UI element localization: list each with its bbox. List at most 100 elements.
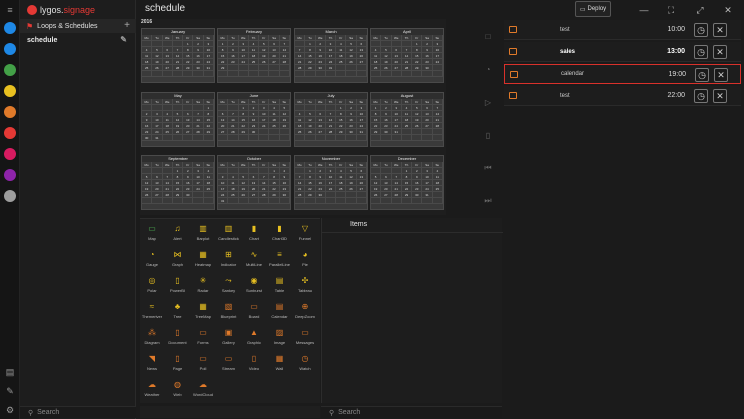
day-cell[interactable] xyxy=(391,135,402,141)
palette-tool-diagram[interactable]: ⁂ Diagram xyxy=(141,327,163,349)
day-cell[interactable] xyxy=(401,198,413,204)
day-cell[interactable] xyxy=(238,135,249,141)
day-cell[interactable] xyxy=(305,198,316,204)
day-cell[interactable] xyxy=(356,198,367,204)
day-cell[interactable] xyxy=(218,71,229,77)
day-cell[interactable] xyxy=(248,71,260,77)
day-cell[interactable]: 31 xyxy=(152,135,163,141)
rail-app-2-icon[interactable] xyxy=(4,43,16,55)
schedule-row[interactable]: sales 13:00 ◷ ✕ xyxy=(504,42,741,62)
day-cell[interactable] xyxy=(371,71,382,77)
day-cell[interactable] xyxy=(346,198,357,204)
day-cell[interactable] xyxy=(152,71,163,77)
day-cell[interactable] xyxy=(295,198,306,204)
palette-tool-graph[interactable]: ⋈ Graph xyxy=(167,249,189,271)
remove-icon[interactable]: ✕ xyxy=(713,89,727,103)
day-cell[interactable] xyxy=(412,71,423,77)
day-cell[interactable] xyxy=(183,198,194,204)
skip-forward-icon[interactable]: ⏭ xyxy=(483,196,493,206)
day-cell[interactable] xyxy=(259,71,270,77)
palette-tool-polar[interactable]: ◎ Polar xyxy=(141,275,163,297)
palette-tool-radar[interactable]: ✳ Radar xyxy=(192,275,214,297)
day-cell[interactable]: 31 xyxy=(218,198,229,204)
palette-tool-tableau[interactable]: ✣ Tableau xyxy=(294,275,316,297)
palette-tool-image[interactable]: ▨ Image xyxy=(269,327,291,349)
palette-tool-messages[interactable]: ▭ Messages xyxy=(294,327,316,349)
palette-tool-barplot[interactable]: ▥ Barplot xyxy=(192,223,214,245)
palette-tool-wordcloud[interactable]: ☁ WordCloud xyxy=(192,379,214,401)
palette-tool-funnel[interactable]: ▽ Funnel xyxy=(294,223,316,245)
day-cell[interactable] xyxy=(432,135,443,141)
day-cell[interactable] xyxy=(325,71,337,77)
palette-tool-indicator[interactable]: ⊞ Indicator xyxy=(218,249,240,271)
day-cell[interactable] xyxy=(295,135,306,141)
day-cell[interactable] xyxy=(422,198,433,204)
day-cell[interactable] xyxy=(279,198,290,204)
day-cell[interactable] xyxy=(401,135,413,141)
palette-tool-gallery[interactable]: ▣ Gallery xyxy=(218,327,240,349)
palette-tool-candlestick[interactable]: ▥ Candlestick xyxy=(218,223,240,245)
day-cell[interactable] xyxy=(162,198,173,204)
palette-tool-pie[interactable]: ◕ Pie xyxy=(294,249,316,271)
day-cell[interactable] xyxy=(356,135,367,141)
palette-tool-sunburst[interactable]: ◉ Sunburst xyxy=(243,275,265,297)
sidebar-search[interactable]: ⚲ Search xyxy=(20,406,136,418)
rail-app-4-icon[interactable] xyxy=(4,85,16,97)
day-cell[interactable] xyxy=(269,198,280,204)
day-cell[interactable] xyxy=(412,135,423,141)
rail-app-1-icon[interactable] xyxy=(4,22,16,34)
palette-tool-watch[interactable]: ◷ Watch xyxy=(294,353,316,375)
day-cell[interactable] xyxy=(391,71,402,77)
day-cell[interactable] xyxy=(391,198,402,204)
day-cell[interactable] xyxy=(152,198,163,204)
day-cell[interactable] xyxy=(269,71,280,77)
palette-tool-treemap[interactable]: ▦ TreeMap xyxy=(192,301,214,323)
day-cell[interactable] xyxy=(183,135,194,141)
day-cell[interactable] xyxy=(172,71,184,77)
play-icon[interactable]: ▷ xyxy=(483,97,493,107)
day-cell[interactable] xyxy=(346,71,357,77)
rail-app-8-icon[interactable] xyxy=(4,169,16,181)
palette-tool-stream[interactable]: ▭ Stream xyxy=(218,353,240,375)
day-cell[interactable] xyxy=(142,198,153,204)
remove-icon[interactable]: ✕ xyxy=(713,45,727,59)
day-cell[interactable]: 30 xyxy=(142,135,153,141)
day-cell[interactable] xyxy=(162,135,173,141)
palette-tool-page[interactable]: ▯ Page xyxy=(167,353,189,375)
pencil-icon[interactable]: ✎ xyxy=(120,35,127,44)
day-cell[interactable] xyxy=(269,135,280,141)
palette-tool-map[interactable]: ▭ Map xyxy=(141,223,163,245)
timer-icon[interactable]: ◷ xyxy=(695,68,709,82)
day-cell[interactable] xyxy=(203,135,214,141)
day-cell[interactable] xyxy=(336,71,347,77)
day-cell[interactable] xyxy=(259,198,270,204)
day-cell[interactable] xyxy=(238,198,249,204)
palette-tool-blueprint[interactable]: ▧ Blueprint xyxy=(218,301,240,323)
day-cell[interactable] xyxy=(422,135,433,141)
add-icon[interactable]: + xyxy=(124,20,130,31)
day-cell[interactable] xyxy=(259,135,270,141)
wrench-icon[interactable]: ✎ xyxy=(4,385,16,397)
day-cell[interactable] xyxy=(325,135,337,141)
day-cell[interactable] xyxy=(381,135,392,141)
palette-tool-table[interactable]: ▤ Table xyxy=(269,275,291,297)
close-icon[interactable]: ✕ xyxy=(722,4,734,16)
fullscreen-icon[interactable]: ⛶ xyxy=(665,4,677,16)
palette-tool-weather[interactable]: ☁ Weather xyxy=(141,379,163,401)
day-cell[interactable] xyxy=(315,198,326,204)
day-cell[interactable] xyxy=(315,135,326,141)
day-cell[interactable] xyxy=(203,71,214,77)
rail-app-9-icon[interactable] xyxy=(4,190,16,202)
day-cell[interactable] xyxy=(172,135,184,141)
day-cell[interactable] xyxy=(193,198,204,204)
day-cell[interactable] xyxy=(432,71,443,77)
skip-back-icon[interactable]: ⏮ xyxy=(483,163,493,173)
schedule-row[interactable]: calendar 19:00 ◷ ✕ xyxy=(504,64,741,84)
minimize-icon[interactable]: — xyxy=(638,4,650,16)
day-cell[interactable] xyxy=(422,71,433,77)
palette-tool-video[interactable]: ▯ Video xyxy=(243,353,265,375)
schedule-row[interactable]: test 10:00 ◷ ✕ xyxy=(504,20,741,40)
palette-tool-board[interactable]: ▭ Board xyxy=(243,301,265,323)
palette-tool-document[interactable]: ▯ Document xyxy=(167,327,189,349)
palette-tool-calendar[interactable]: ▤ Calendar xyxy=(269,301,291,323)
